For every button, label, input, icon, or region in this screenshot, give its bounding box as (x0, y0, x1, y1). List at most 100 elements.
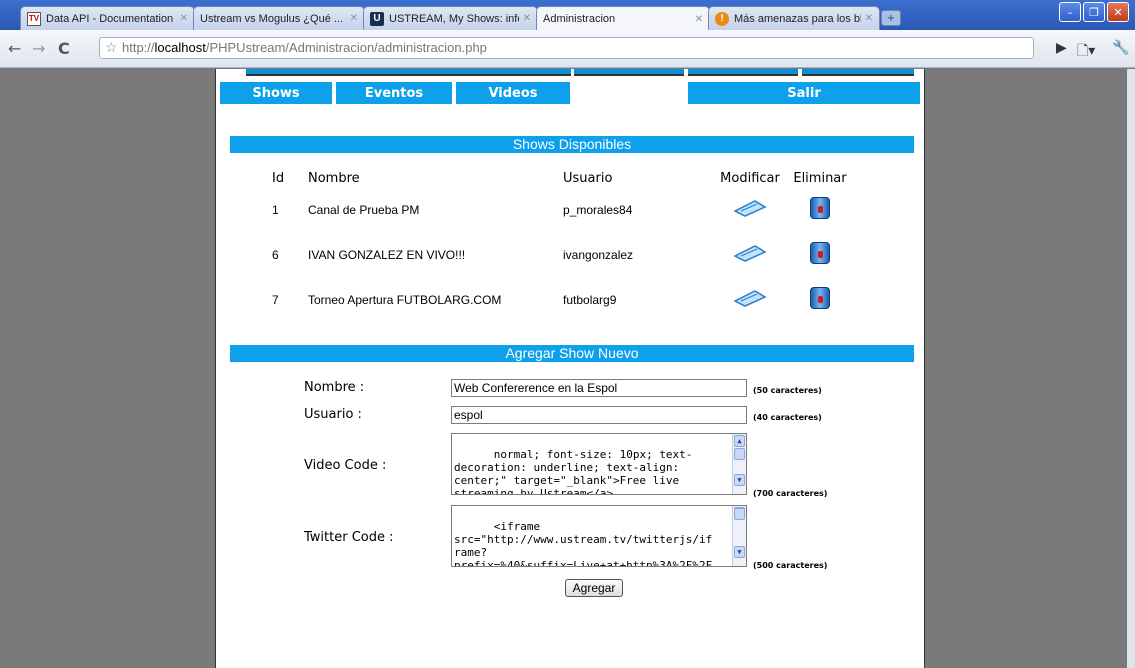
browser-tab[interactable]: Ustream vs Mogulus ¿Qué ... ✕ (193, 6, 365, 30)
shows-section-title: Shows Disponibles (230, 136, 914, 153)
menu-eventos-label: Eventos (364, 85, 424, 101)
shows-table: Id Nombre Usuario Modificar Eliminar 1 C… (246, 169, 851, 322)
header-id: Id (272, 170, 285, 186)
browser-tab[interactable]: ! Más amenazas para los blo... ✕ (708, 6, 880, 30)
cell-eliminar (789, 187, 851, 232)
browser-tab-active[interactable]: Administracion ✕ (536, 6, 710, 31)
cell-usuario: ivangonzalez (563, 247, 634, 262)
cell-modificar (711, 187, 789, 232)
cell-id: 7 (272, 292, 279, 307)
main-menu: Shows Eventos Videos Salir (216, 78, 926, 104)
close-tab-icon[interactable]: ✕ (865, 13, 873, 24)
cell-usuario: futbolarg9 (563, 292, 617, 307)
video-code-text: normal; font-size: 10px; text- decoratio… (454, 448, 693, 495)
usuario-hint: (40 caracteres) (753, 413, 822, 422)
url-host: localhost (154, 40, 206, 55)
header-banner (216, 69, 926, 78)
nombre-label: Nombre : (304, 380, 365, 395)
table-row: 6 IVAN GONZALEZ EN VIVO!!! ivangonzalez (246, 232, 851, 277)
menu-salir[interactable]: Salir (688, 82, 920, 104)
close-tab-icon[interactable]: ✕ (180, 13, 188, 24)
menu-shows[interactable]: Shows (220, 82, 334, 104)
wrench-icon[interactable]: 🔧 (1112, 40, 1129, 56)
trash-icon[interactable] (810, 197, 830, 219)
close-tab-icon[interactable]: ✕ (523, 13, 531, 24)
page-viewport: Shows Eventos Videos Salir Shows Disponi… (0, 69, 1135, 668)
trash-icon[interactable] (810, 242, 830, 264)
page-scrollbar[interactable] (1127, 69, 1135, 668)
close-tab-icon[interactable]: ✕ (350, 13, 358, 24)
textarea-scrollbar[interactable]: ▲▼ (732, 434, 746, 494)
browser-tab[interactable]: TV Data API - Documentation ... ✕ (20, 6, 195, 30)
header-eliminar: Eliminar (793, 170, 847, 186)
menu-videos[interactable]: Videos (456, 82, 572, 104)
maximize-icon[interactable]: ❐ (1083, 2, 1105, 22)
tab-title: Administracion (543, 13, 616, 25)
minimize-icon[interactable]: – (1059, 2, 1081, 22)
tv-favicon-icon: TV (27, 11, 41, 26)
textarea-scrollbar[interactable]: ▲▼ (732, 506, 746, 566)
cell-nombre: Torneo Apertura FUTBOLARG.COM (308, 292, 502, 307)
twitter-code-textarea[interactable]: <iframe src="http://www.ustream.tv/twitt… (451, 505, 747, 567)
back-arrow-icon[interactable]: ← (8, 39, 21, 58)
play-icon[interactable]: ▶ (1056, 40, 1067, 56)
cell-modificar (711, 277, 789, 322)
page-menu-icon[interactable]: 🗋▾ (1077, 40, 1095, 64)
url-path: /PHPUstream/Administracion/administracio… (205, 40, 487, 55)
admin-page: Shows Eventos Videos Salir Shows Disponi… (215, 69, 925, 668)
browser-tab[interactable]: U USTREAM, My Shows: infor... ✕ (363, 6, 538, 30)
reload-icon[interactable]: C (58, 39, 70, 58)
agregar-button[interactable]: Agregar (565, 579, 623, 597)
cell-usuario: p_morales84 (563, 202, 633, 217)
tab-title: USTREAM, My Shows: infor... (389, 12, 519, 25)
cell-id: 6 (272, 247, 279, 262)
menu-eventos[interactable]: Eventos (336, 82, 454, 104)
edit-pencil-icon[interactable] (733, 199, 767, 217)
edit-pencil-icon[interactable] (733, 289, 767, 307)
tab-title: Ustream vs Mogulus ¿Qué ... (200, 12, 344, 25)
cell-eliminar (789, 232, 851, 277)
header-nombre: Nombre (308, 170, 360, 186)
usuario-label: Usuario : (304, 407, 362, 422)
close-tab-icon[interactable]: ✕ (695, 14, 703, 25)
warning-favicon-icon: ! (715, 11, 729, 26)
close-window-icon[interactable]: ✕ (1107, 2, 1129, 22)
menu-videos-label: Videos (488, 85, 538, 101)
usuario-input[interactable]: espol (451, 406, 747, 424)
table-row: 1 Canal de Prueba PM p_morales84 (246, 187, 851, 232)
window-controls: – ❐ ✕ (1059, 2, 1129, 22)
menu-blank (574, 82, 686, 104)
menu-shows-label: Shows (252, 85, 300, 101)
header-modificar: Modificar (720, 170, 780, 186)
menu-salir-label: Salir (787, 85, 821, 101)
twitter-code-text: <iframe src="http://www.ustream.tv/twitt… (454, 520, 713, 567)
new-tab-button[interactable]: + (881, 10, 901, 26)
tab-title: Más amenazas para los blo... (734, 12, 861, 25)
cell-nombre: Canal de Prueba PM (308, 202, 420, 217)
bookmark-star-icon[interactable]: ☆ (105, 39, 118, 56)
cell-id: 1 (272, 202, 279, 217)
nombre-input[interactable]: Web Confererence en la Espol (451, 379, 747, 397)
table-row: 7 Torneo Apertura FUTBOLARG.COM futbolar… (246, 277, 851, 322)
cell-eliminar (789, 277, 851, 322)
cell-nombre: IVAN GONZALEZ EN VIVO!!! (308, 247, 466, 262)
video-code-hint: (700 caracteres) (753, 489, 828, 498)
url-prefix: http:// (122, 40, 155, 55)
address-bar[interactable]: ☆ http://localhost/PHPUstream/Administra… (99, 37, 1034, 59)
cell-modificar (711, 232, 789, 277)
ustream-favicon-icon: U (370, 11, 384, 26)
twitter-code-hint: (500 caracteres) (753, 561, 828, 570)
nombre-hint: (50 caracteres) (753, 386, 822, 395)
edit-pencil-icon[interactable] (733, 244, 767, 262)
twitter-code-label: Twitter Code : (304, 530, 394, 545)
trash-icon[interactable] (810, 287, 830, 309)
tab-title: Data API - Documentation ... (46, 12, 176, 25)
browser-tab-strip: TV Data API - Documentation ... ✕ Ustrea… (0, 0, 1135, 31)
header-usuario: Usuario (563, 170, 613, 186)
table-header-row: Id Nombre Usuario Modificar Eliminar (246, 169, 851, 187)
video-code-label: Video Code : (304, 458, 387, 473)
forward-arrow-icon[interactable]: → (32, 39, 45, 58)
video-code-textarea[interactable]: normal; font-size: 10px; text- decoratio… (451, 433, 747, 495)
add-show-section-title: Agregar Show Nuevo (230, 345, 914, 362)
browser-toolbar: ← → C ☆ http://localhost/PHPUstream/Admi… (0, 30, 1135, 68)
